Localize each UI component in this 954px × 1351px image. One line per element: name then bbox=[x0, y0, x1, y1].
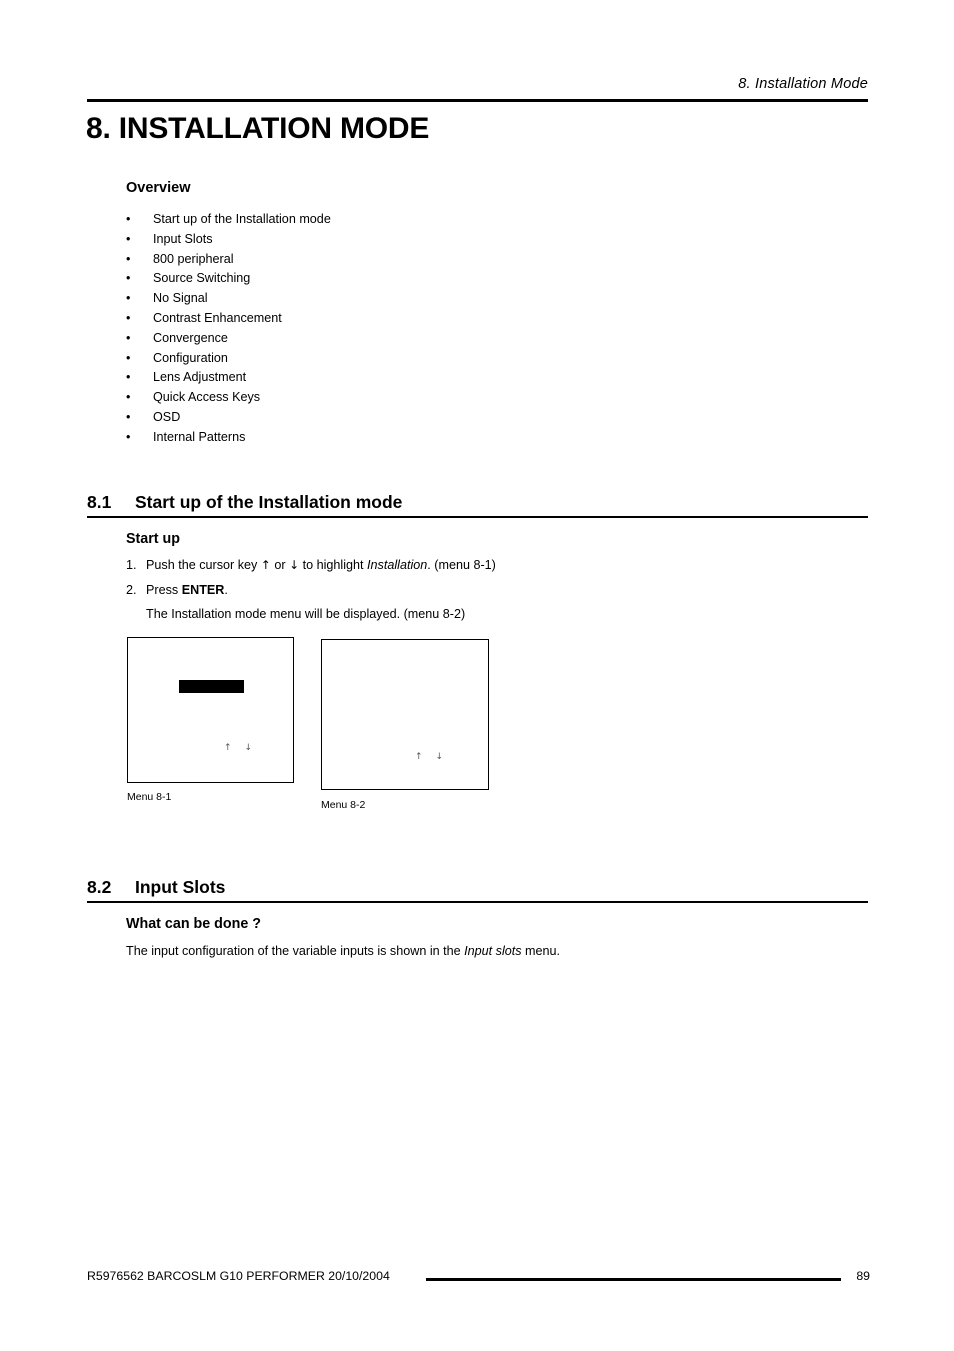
page-title: 8. INSTALLATION MODE bbox=[86, 112, 430, 145]
step-2-suffix: . bbox=[224, 583, 228, 597]
section-number: 8.1 bbox=[87, 492, 112, 512]
step-1-prefix: Push the cursor key bbox=[146, 558, 261, 572]
bullet-icon: • bbox=[126, 429, 131, 444]
bullet-icon: • bbox=[126, 251, 131, 266]
bullet-icon: • bbox=[126, 231, 131, 246]
step-1-marker: 1. bbox=[126, 558, 137, 572]
subheading-start-up: Start up bbox=[126, 531, 181, 547]
bullet-icon: • bbox=[126, 350, 131, 365]
figure-caption-menu-8-2: Menu 8-2 bbox=[321, 799, 366, 811]
list-item: • Start up of the Installation mode bbox=[126, 210, 626, 230]
bullet-icon: • bbox=[126, 409, 131, 424]
figure-menu-8-1: ↑↓ bbox=[127, 637, 294, 783]
section-number: 8.2 bbox=[87, 877, 112, 897]
list-item-label: Configuration bbox=[153, 350, 228, 365]
step-1-suffix: . (menu 8-1) bbox=[427, 558, 496, 572]
step-2-prefix: Press bbox=[146, 583, 182, 597]
list-item-label: No Signal bbox=[153, 291, 208, 306]
list-item-label: Start up of the Installation mode bbox=[153, 212, 331, 226]
step-1-before-italic: to highlight bbox=[299, 558, 368, 572]
bullet-icon: • bbox=[126, 390, 131, 405]
list-item-label: Convergence bbox=[153, 330, 228, 345]
list-item: • Quick Access Keys bbox=[126, 388, 626, 408]
bullet-icon: • bbox=[126, 370, 131, 385]
bullet-icon: • bbox=[126, 271, 131, 286]
list-item: • 800 peripheral bbox=[126, 250, 626, 270]
list-item: • Source Switching bbox=[126, 269, 626, 289]
section-heading-8-1: 8.1 Start up of the Installation mode bbox=[87, 492, 402, 513]
list-item-label: Source Switching bbox=[153, 271, 251, 286]
list-item-label: Quick Access Keys bbox=[153, 390, 261, 405]
overview-list: • Start up of the Installation mode • In… bbox=[126, 210, 626, 448]
enter-key-label: ENTER bbox=[181, 583, 225, 597]
document-page: 8. Installation Mode 8. INSTALLATION MOD… bbox=[0, 0, 954, 1351]
figure-caption-menu-8-1: Menu 8-1 bbox=[127, 791, 172, 803]
step-1-middle: or bbox=[270, 558, 290, 572]
list-item: • OSD bbox=[126, 408, 626, 428]
overview-heading: Overview bbox=[126, 180, 191, 196]
list-item-label: OSD bbox=[153, 409, 181, 424]
list-item-label: Input Slots bbox=[153, 231, 213, 246]
arrow-up-icon: ↑ bbox=[260, 558, 271, 572]
arrow-down-icon: ↓ bbox=[289, 558, 300, 572]
list-item: • Contrast Enhancement bbox=[126, 309, 626, 329]
menu-highlight-bar bbox=[179, 680, 244, 693]
list-item: • Configuration bbox=[126, 349, 626, 369]
subheading-what-can-be-done: What can be done ? bbox=[126, 916, 262, 932]
menu-8-2-arrow-icons: ↑↓ bbox=[415, 752, 457, 762]
step-1-italic-term: Installation bbox=[367, 558, 428, 572]
list-item: • Convergence bbox=[126, 329, 626, 349]
list-item-label: Contrast Enhancement bbox=[153, 310, 282, 325]
list-item-label: Internal Patterns bbox=[153, 429, 246, 444]
input-slots-italic-term: Input slots bbox=[464, 944, 522, 958]
paragraph-suffix: menu. bbox=[521, 944, 561, 958]
list-item: • Lens Adjustment bbox=[126, 368, 626, 388]
section-8-2-paragraph: The input configuration of the variable … bbox=[126, 943, 560, 959]
step-2-marker: 2. bbox=[126, 583, 137, 597]
list-item: • Internal Patterns bbox=[126, 428, 626, 448]
list-item-label: 800 peripheral bbox=[153, 251, 234, 266]
list-item: • No Signal bbox=[126, 289, 626, 309]
running-header-title: 8. Installation Mode bbox=[738, 76, 868, 92]
step-1-text: Push the cursor key ↑ or ↓ to highlight … bbox=[146, 557, 496, 573]
section-title: Input Slots bbox=[135, 877, 226, 897]
list-item-label: Lens Adjustment bbox=[153, 370, 247, 385]
step-2-result-text: The Installation mode menu will be displ… bbox=[146, 607, 466, 621]
section-title: Start up of the Installation mode bbox=[135, 492, 403, 512]
section-rule-8-1 bbox=[87, 516, 868, 518]
bullet-icon: • bbox=[126, 291, 131, 306]
menu-8-1-arrow-icons: ↑↓ bbox=[224, 743, 266, 753]
header-rule bbox=[87, 99, 868, 102]
step-2-text: Press ENTER. bbox=[146, 582, 228, 598]
paragraph-prefix: The input configuration of the variable … bbox=[126, 944, 465, 958]
bullet-icon: • bbox=[126, 330, 131, 345]
bullet-icon: • bbox=[126, 310, 131, 325]
page-number: 89 bbox=[856, 1269, 870, 1283]
section-heading-8-2: 8.2 Input Slots bbox=[87, 877, 225, 898]
section-rule-8-2 bbox=[87, 901, 868, 903]
list-item: • Input Slots bbox=[126, 230, 626, 250]
bullet-icon: • bbox=[126, 212, 131, 226]
figure-menu-8-2: ↑↓ bbox=[321, 639, 489, 790]
